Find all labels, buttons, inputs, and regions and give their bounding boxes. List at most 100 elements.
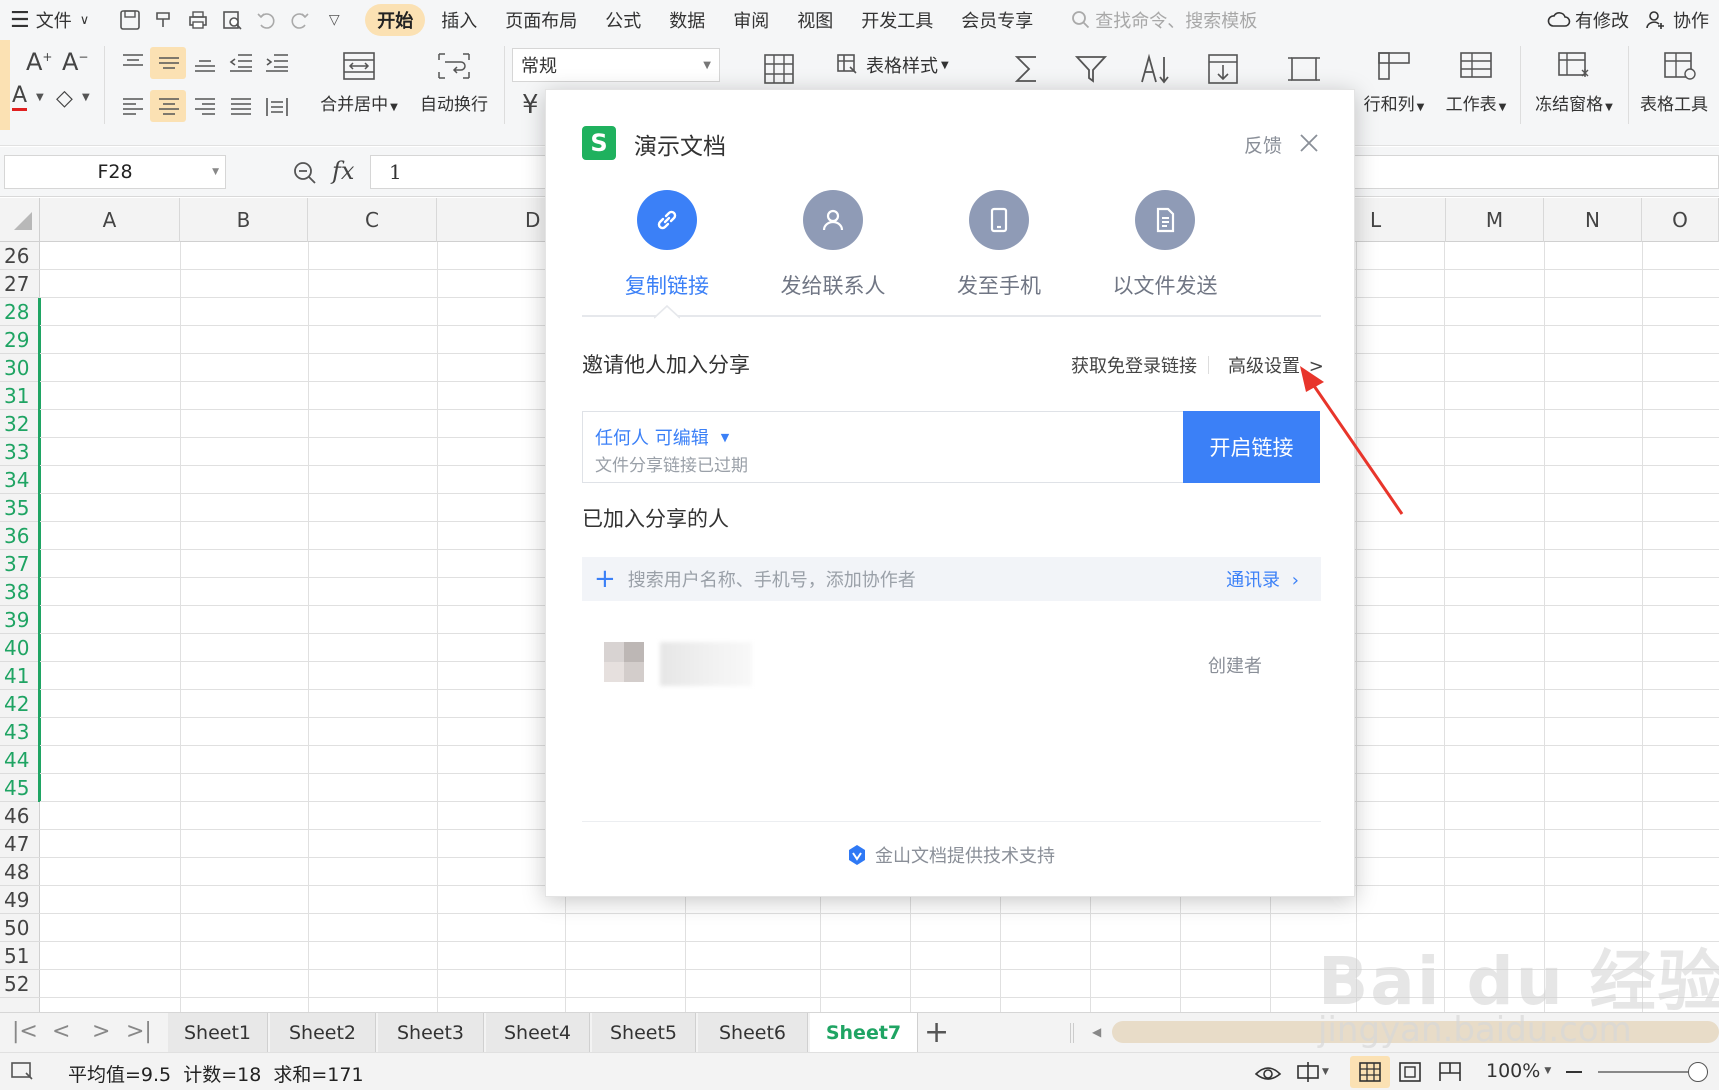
sheet-tab[interactable]: Sheet5 [592, 1013, 696, 1053]
zoom-slider-thumb[interactable] [1688, 1062, 1708, 1082]
next-sheet-nav-icon[interactable]: > [92, 1019, 110, 1044]
scroll-left-icon[interactable]: ◀ [1092, 1025, 1101, 1039]
ribbon-tab[interactable]: 数据 [657, 4, 717, 36]
sheet-tab[interactable]: Sheet2 [270, 1013, 376, 1053]
ribbon-tab[interactable]: 会员专享 [949, 4, 1045, 36]
fill-icon[interactable] [1206, 52, 1240, 86]
row-header[interactable]: 44 [0, 746, 40, 774]
currency-format-icon[interactable]: ¥ [522, 90, 539, 120]
zoom-formula-icon[interactable] [292, 160, 318, 186]
permission-select[interactable]: 任何人 可编辑 ▼ [595, 424, 729, 450]
row-header[interactable]: 28 [0, 298, 40, 326]
page-break-view-icon[interactable] [1438, 1061, 1462, 1083]
add-sheet-icon[interactable]: + [924, 1015, 949, 1050]
row-header[interactable]: 49 [0, 886, 40, 914]
share-option-phone[interactable]: 发至手机 [924, 190, 1074, 300]
sheet-tab[interactable]: Sheet4 [486, 1013, 590, 1053]
increase-indent-icon[interactable] [264, 52, 290, 74]
decrease-indent-icon[interactable] [228, 52, 254, 74]
feedback-link[interactable]: 反馈 [1244, 131, 1282, 158]
row-header[interactable]: 30 [0, 354, 40, 382]
center-view-icon[interactable] [1294, 1060, 1322, 1084]
align-center-icon[interactable] [156, 96, 182, 118]
ribbon-tab[interactable]: 页面布局 [493, 4, 589, 36]
contacts-link[interactable]: 通讯录 › [1226, 566, 1299, 592]
align-bottom-icon[interactable] [192, 52, 218, 74]
column-header[interactable]: A [40, 198, 180, 242]
share-option-file[interactable]: 以文件发送 [1090, 190, 1240, 300]
increase-font-icon[interactable]: A+ [26, 48, 52, 76]
justify-icon[interactable] [228, 96, 254, 118]
row-header[interactable]: 51 [0, 942, 40, 970]
modified-status[interactable]: 有修改 [1547, 7, 1629, 33]
eye-protection-icon[interactable] [1254, 1060, 1282, 1084]
row-header[interactable]: 35 [0, 494, 40, 522]
row-header[interactable]: 41 [0, 662, 40, 690]
sort-icon[interactable] [1138, 52, 1172, 86]
worksheet-button[interactable]: 工作表 ▼ [1438, 50, 1514, 115]
row-header[interactable]: 48 [0, 858, 40, 886]
sheet-tab[interactable]: Sheet7 [810, 1013, 918, 1053]
format-painter-icon[interactable] [147, 4, 181, 36]
cell-format-icon[interactable] [1286, 52, 1322, 86]
normal-view-icon[interactable] [1358, 1061, 1382, 1083]
align-top-icon[interactable] [120, 52, 146, 74]
cell-mode-icon[interactable] [10, 1061, 36, 1083]
insert-function-icon[interactable]: fx [332, 157, 354, 185]
file-menu[interactable]: ☰ 文件 ∨ [0, 4, 101, 36]
last-sheet-nav-icon[interactable]: >| [126, 1019, 152, 1044]
command-search[interactable]: 查找命令、搜索模板 [1071, 7, 1381, 33]
column-header[interactable]: C [308, 198, 437, 242]
print-icon[interactable] [181, 4, 215, 36]
font-color-dropdown-icon[interactable]: ▼ [36, 92, 44, 103]
font-color-icon[interactable]: A [12, 84, 28, 111]
column-header[interactable]: M [1446, 198, 1544, 242]
row-header[interactable]: 31 [0, 382, 40, 410]
align-right-icon[interactable] [192, 96, 218, 118]
column-header[interactable]: N [1544, 198, 1642, 242]
collaborator-search[interactable]: + 搜索用户名称、手机号，添加协作者 通讯录 › [582, 557, 1321, 601]
sum-icon[interactable] [1010, 52, 1044, 86]
number-format-select[interactable]: 常规 ▼ [512, 48, 720, 82]
page-layout-view-icon[interactable] [1398, 1061, 1422, 1083]
first-sheet-nav-icon[interactable]: |< [12, 1019, 38, 1044]
row-header[interactable]: 52 [0, 970, 40, 998]
save-icon[interactable] [113, 4, 147, 36]
row-header[interactable]: 46 [0, 802, 40, 830]
conditional-format-icon[interactable] [762, 52, 796, 86]
print-preview-icon[interactable] [215, 4, 249, 36]
row-header[interactable]: 32 [0, 410, 40, 438]
row-header[interactable]: 39 [0, 606, 40, 634]
row-header[interactable]: 50 [0, 914, 40, 942]
collaborate-button[interactable]: 协作 [1645, 7, 1715, 33]
row-header[interactable]: 33 [0, 438, 40, 466]
row-header[interactable]: 38 [0, 578, 40, 606]
row-header[interactable]: 37 [0, 550, 40, 578]
ribbon-tab[interactable]: 审阅 [721, 4, 781, 36]
filter-icon[interactable] [1074, 52, 1108, 86]
distributed-align-icon[interactable] [264, 96, 290, 118]
row-header[interactable]: 40 [0, 634, 40, 662]
prev-sheet-nav-icon[interactable]: < [52, 1019, 70, 1044]
select-all-corner[interactable] [0, 198, 40, 242]
center-view-dropdown-icon[interactable]: ▼ [1322, 1067, 1329, 1077]
quick-access-dropdown-icon[interactable]: ▽ [317, 4, 351, 36]
ribbon-tab[interactable]: 视图 [785, 4, 845, 36]
clear-format-icon[interactable]: ◇ [56, 86, 73, 111]
row-header[interactable]: 27 [0, 270, 40, 298]
table-style-button[interactable]: 表格样式 ▼ [836, 52, 949, 78]
row-header[interactable]: 36 [0, 522, 40, 550]
wrap-text-button[interactable]: 自动换行 [414, 50, 494, 115]
sheet-tab[interactable]: Sheet1 [168, 1013, 268, 1053]
freeze-panes-button[interactable]: 冻结窗格 ▼ [1528, 50, 1620, 115]
share-option-contact[interactable]: 发给联系人 [758, 190, 908, 300]
row-header[interactable]: 29 [0, 326, 40, 354]
ribbon-tab[interactable]: 公式 [593, 4, 653, 36]
column-header[interactable]: O [1642, 198, 1719, 242]
decrease-font-icon[interactable]: A− [62, 48, 88, 76]
no-login-link[interactable]: 获取免登录链接 [1071, 352, 1197, 378]
ribbon-tab[interactable]: 插入 [429, 4, 489, 36]
align-middle-icon[interactable] [156, 52, 182, 74]
table-tools-button[interactable]: 表格工具 [1640, 50, 1719, 115]
redo-icon[interactable] [283, 4, 317, 36]
